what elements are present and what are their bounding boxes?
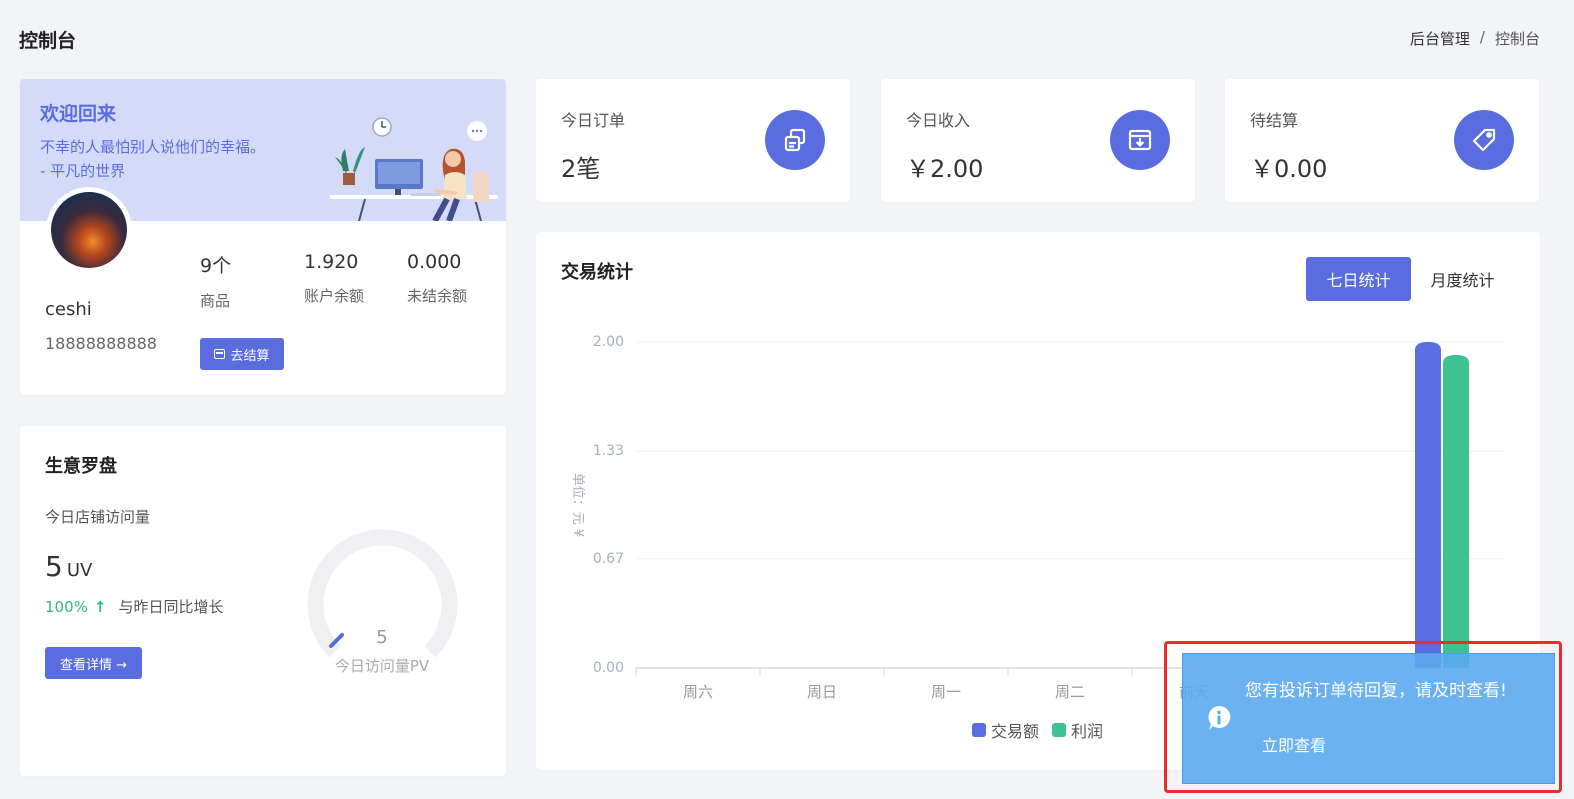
welcome-card: 欢迎回来 不幸的人最怕别人说他们的幸福。 - 平凡的世界 ceshi 18888… <box>20 79 506 395</box>
copy-icon <box>765 110 825 170</box>
y-tick-label: 1.33 <box>593 443 624 459</box>
y-tick-label: 2.00 <box>593 334 624 350</box>
stat-label: 商品 <box>200 292 231 310</box>
legend-swatch <box>972 723 986 737</box>
bar <box>1443 355 1469 668</box>
stat-unsettled: 0.000 未结余额 <box>407 251 467 306</box>
pv-gauge: 5 今日访问量PV <box>307 529 458 675</box>
uv-unit: UV <box>66 560 93 581</box>
archive-download-icon <box>1110 110 1170 170</box>
business-compass-card: 生意罗盘 今日店铺访问量 5 UV 100% ↑ 与昨日同比增长 查看详情 → 5 今… <box>20 426 506 776</box>
legend-label: 交易额 <box>991 722 1039 741</box>
card-value: ￥2.00 <box>906 155 984 183</box>
bar <box>1415 342 1441 668</box>
tag-icon <box>1454 110 1514 170</box>
y-axis-label: 单位：元 ¥ <box>570 473 585 537</box>
today-income-card: 今日收入 ￥2.00 <box>881 79 1195 202</box>
growth-text: 与昨日同比增长 <box>118 598 224 616</box>
x-tick-label: 周日 <box>807 683 837 701</box>
stat-balance: 1.920 账户余额 <box>304 251 364 306</box>
x-tick-label: 周一 <box>931 683 961 701</box>
x-tick-label: 周二 <box>1055 683 1085 701</box>
stat-value: 0.000 <box>407 251 462 273</box>
settle-button[interactable]: 去结算 <box>200 338 284 370</box>
breadcrumb-item-admin[interactable]: 后台管理 <box>1410 28 1470 49</box>
compass-title: 生意罗盘 <box>45 456 117 477</box>
card-title: 今日收入 <box>906 111 971 130</box>
gauge-value: 5 <box>376 627 387 648</box>
page-title: 控制台 <box>19 30 77 52</box>
growth-indicator: 100% ↑ 与昨日同比增长 <box>45 596 223 617</box>
stat-value: 9个 <box>200 255 232 277</box>
stat-label: 未结余额 <box>407 287 468 305</box>
uv-value: 5 <box>45 550 63 583</box>
breadcrumb-separator: / <box>1479 28 1485 46</box>
legend-label: 利润 <box>1071 722 1103 741</box>
breadcrumb: 后台管理 / 控制台 <box>1410 28 1540 49</box>
pending-settlement-card: 待结算 ￥0.00 <box>1225 79 1539 202</box>
card-value: ￥0.00 <box>1250 155 1328 183</box>
gauge-label: 今日访问量PV <box>335 657 430 675</box>
notification-message: 您有投诉订单待回复，请及时查看! <box>1245 681 1507 701</box>
stat-products: 9个 商品 <box>200 251 231 311</box>
stat-label: 账户余额 <box>304 287 365 305</box>
complaint-notification[interactable]: 您有投诉订单待回复，请及时查看! 立即查看 <box>1182 653 1555 784</box>
today-orders-card: 今日订单 2笔 <box>536 79 850 202</box>
settle-button-label: 去结算 <box>230 348 270 364</box>
card-title: 待结算 <box>1250 111 1299 130</box>
arrow-up-icon: ↑ <box>93 598 107 616</box>
workspace-illustration <box>330 117 498 221</box>
x-tick-label: 周六 <box>683 683 713 701</box>
wallet-icon <box>214 349 226 359</box>
view-now-link[interactable]: 立即查看 <box>1262 732 1326 756</box>
info-icon <box>1208 705 1231 730</box>
user-name: ceshi <box>45 299 92 320</box>
breadcrumb-item-dashboard: 控制台 <box>1494 30 1540 48</box>
legend-swatch <box>1052 723 1066 737</box>
card-value: 2笔 <box>561 155 601 183</box>
welcome-title: 欢迎回来 <box>40 103 117 125</box>
uv-count: 5 UV <box>45 550 92 583</box>
growth-percent: 100% <box>45 598 88 616</box>
compass-subtitle: 今日店铺访问量 <box>45 508 151 526</box>
avatar <box>46 187 132 273</box>
y-tick-label: 0.00 <box>593 660 624 676</box>
user-phone: 18888888888 <box>45 334 157 353</box>
avatar-image <box>51 192 127 268</box>
welcome-quote: 不幸的人最怕别人说他们的幸福。 - 平凡的世界 <box>40 138 266 180</box>
stat-value: 1.920 <box>304 251 359 273</box>
card-title: 今日订单 <box>561 111 626 130</box>
view-details-button[interactable]: 查看详情 → <box>45 647 142 679</box>
y-tick-label: 0.67 <box>593 551 624 567</box>
